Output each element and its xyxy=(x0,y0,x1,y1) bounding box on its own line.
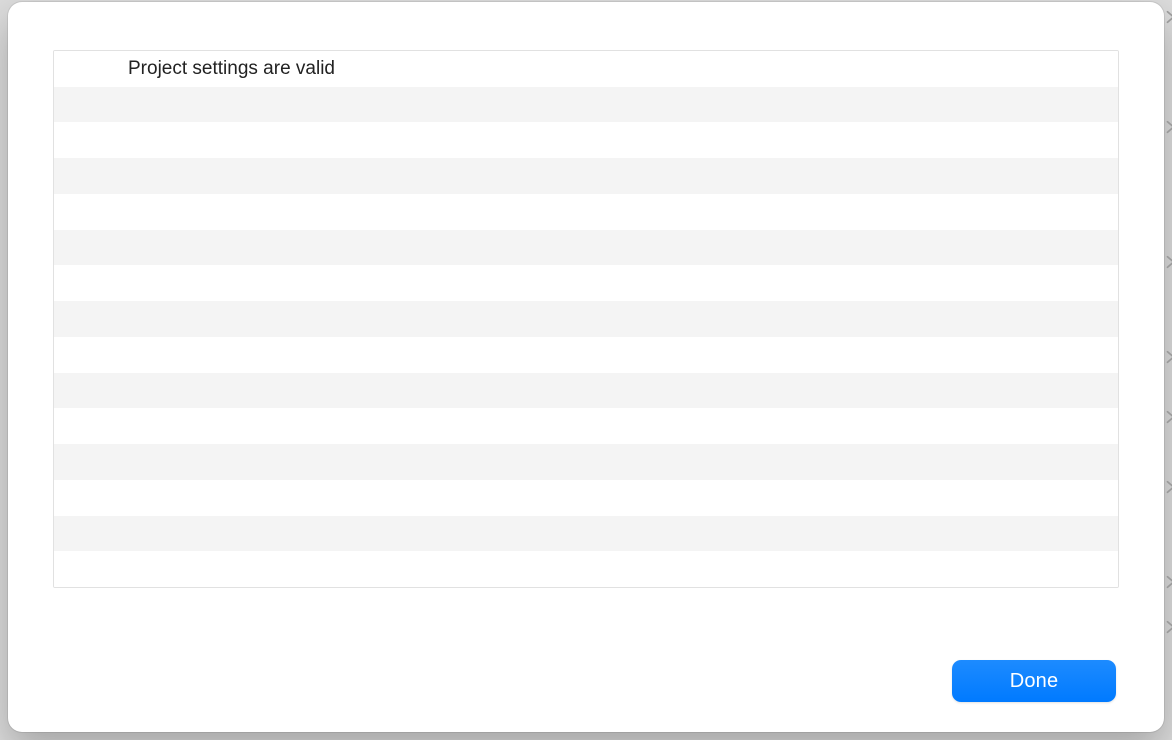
chevron-right-icon xyxy=(1164,620,1172,634)
list-row xyxy=(54,158,1118,194)
chevron-right-icon xyxy=(1164,575,1172,589)
list-row xyxy=(54,230,1118,266)
list-row xyxy=(54,444,1118,480)
list-row xyxy=(54,87,1118,123)
chevron-right-icon xyxy=(1164,255,1172,269)
list-row xyxy=(54,337,1118,373)
chevron-right-icon xyxy=(1164,120,1172,134)
list-row xyxy=(54,480,1118,516)
chevron-right-icon xyxy=(1164,480,1172,494)
list-row: Project settings are valid xyxy=(54,51,1118,87)
list-row-label: Project settings are valid xyxy=(128,58,335,80)
validation-dialog: Project settings are valid xyxy=(8,2,1164,732)
list-row xyxy=(54,122,1118,158)
chevron-right-icon xyxy=(1164,410,1172,424)
chevron-right-icon xyxy=(1164,350,1172,364)
list-row xyxy=(54,551,1118,587)
list-row xyxy=(54,373,1118,409)
list-row xyxy=(54,301,1118,337)
list-row xyxy=(54,194,1118,230)
chevron-right-icon xyxy=(1164,10,1172,24)
dialog-footer: Done xyxy=(8,588,1164,732)
list-row xyxy=(54,408,1118,444)
validation-list: Project settings are valid xyxy=(53,50,1119,588)
done-button[interactable]: Done xyxy=(952,660,1116,702)
list-row xyxy=(54,516,1118,552)
list-row xyxy=(54,265,1118,301)
